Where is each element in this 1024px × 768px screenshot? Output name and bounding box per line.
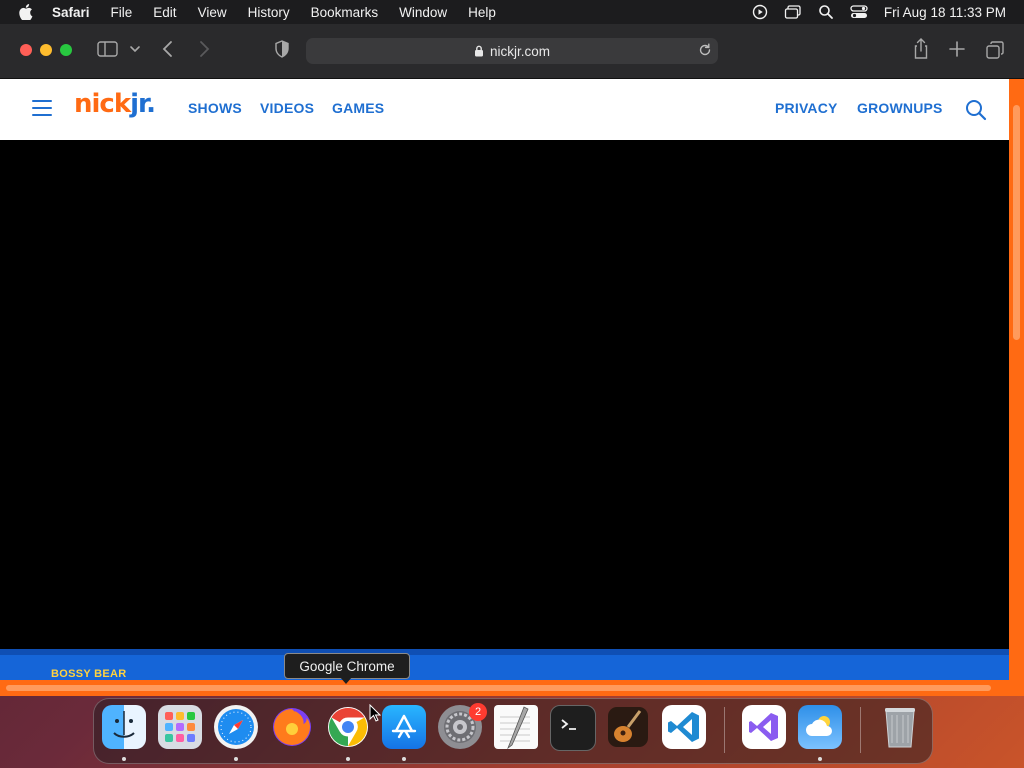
tooltip-arrow — [340, 677, 352, 684]
menu-edit[interactable]: Edit — [153, 5, 176, 20]
visual-studio-icon[interactable] — [742, 705, 786, 749]
menu-bookmarks[interactable]: Bookmarks — [311, 5, 379, 20]
web-page: nickjr. SHOWS VIDEOS GAMES PRIVACY GROWN… — [0, 79, 1009, 696]
dock-separator-trash — [860, 707, 861, 753]
video-player[interactable] — [0, 140, 1009, 649]
menu-bar: Safari File Edit View History Bookmarks … — [0, 0, 1024, 24]
menu-help[interactable]: Help — [468, 5, 496, 20]
nav-privacy-link[interactable]: PRIVACY — [775, 100, 838, 116]
nav-grownups-link[interactable]: GROWNUPS — [857, 100, 943, 116]
dock — [93, 698, 933, 764]
app-store-icon[interactable] — [382, 705, 426, 749]
menu-window[interactable]: Window — [399, 5, 447, 20]
weather-running-indicator — [818, 757, 822, 761]
nickjr-logo[interactable]: nickjr. — [74, 89, 156, 119]
show-title[interactable]: BOSSY BEAR — [51, 668, 127, 680]
dock-tooltip: Google Chrome — [284, 653, 410, 679]
system-settings-badge: 2 — [469, 703, 487, 721]
spotlight-search-icon[interactable] — [818, 4, 834, 20]
address-bar[interactable]: nickjr.com — [306, 38, 718, 64]
safari-running-indicator — [234, 757, 238, 761]
google-chrome-icon[interactable] — [326, 705, 370, 749]
sidebar-toggle-icon[interactable] — [97, 40, 119, 58]
close-window-button[interactable] — [20, 44, 32, 56]
privacy-shield-icon[interactable] — [274, 40, 290, 58]
menu-file[interactable]: File — [111, 5, 133, 20]
search-icon[interactable] — [965, 99, 987, 126]
weather-icon[interactable] — [798, 705, 842, 749]
dock-tooltip-text: Google Chrome — [299, 658, 395, 674]
zoom-window-button[interactable] — [60, 44, 72, 56]
screen-mirroring-icon[interactable] — [784, 4, 802, 20]
now-playing-icon[interactable] — [752, 4, 768, 20]
browser-toolbar: nickjr.com — [0, 24, 1024, 79]
logo-jr-text: jr. — [130, 89, 156, 119]
new-tab-icon[interactable] — [949, 41, 965, 57]
forward-icon[interactable] — [197, 40, 211, 58]
horizontal-scrollbar[interactable] — [0, 680, 1024, 696]
scrollbar-track[interactable] — [1009, 79, 1024, 680]
back-icon[interactable] — [161, 40, 175, 58]
safari-window: nickjr.com nickjr. SHOWS VIDEOS GAMES PR… — [0, 24, 1024, 696]
finder-icon[interactable] — [102, 705, 146, 749]
control-center-icon[interactable] — [850, 4, 868, 20]
chrome-running-indicator — [346, 757, 350, 761]
vscode-icon[interactable] — [662, 705, 706, 749]
nav-games-link[interactable]: GAMES — [332, 100, 384, 116]
logo-nick-text: nick — [74, 89, 131, 119]
menu-clock[interactable]: Fri Aug 18 11:33 PM — [884, 5, 1006, 20]
menu-history[interactable]: History — [248, 5, 290, 20]
apple-menu-icon[interactable] — [18, 4, 34, 20]
banner-divider — [0, 649, 1009, 655]
trash-icon[interactable] — [878, 705, 922, 749]
horizontal-scrollbar-thumb[interactable] — [6, 685, 991, 691]
dock-separator — [724, 707, 725, 753]
share-icon[interactable] — [912, 38, 930, 60]
firefox-icon[interactable] — [270, 705, 314, 749]
launchpad-icon[interactable] — [158, 705, 202, 749]
textedit-icon[interactable] — [494, 705, 538, 749]
menu-app-name[interactable]: Safari — [52, 5, 90, 20]
menu-hamburger-icon[interactable] — [32, 100, 52, 118]
safari-icon[interactable] — [214, 705, 258, 749]
garageband-icon[interactable] — [606, 705, 650, 749]
minimize-window-button[interactable] — [40, 44, 52, 56]
scrollbar-thumb[interactable] — [1013, 105, 1020, 340]
chevron-down-icon[interactable] — [129, 44, 141, 54]
lock-icon — [474, 45, 484, 57]
finder-running-indicator — [122, 757, 126, 761]
mouse-cursor-icon — [369, 703, 382, 727]
nav-videos-link[interactable]: VIDEOS — [260, 100, 314, 116]
terminal-icon[interactable] — [550, 705, 596, 751]
menu-view[interactable]: View — [198, 5, 227, 20]
site-header: nickjr. SHOWS VIDEOS GAMES PRIVACY GROWN… — [0, 79, 1009, 140]
app-store-running-indicator — [402, 757, 406, 761]
reload-icon[interactable] — [698, 43, 712, 57]
url-text: nickjr.com — [489, 43, 550, 59]
tab-overview-icon[interactable] — [986, 41, 1004, 59]
nav-shows-link[interactable]: SHOWS — [188, 100, 242, 116]
